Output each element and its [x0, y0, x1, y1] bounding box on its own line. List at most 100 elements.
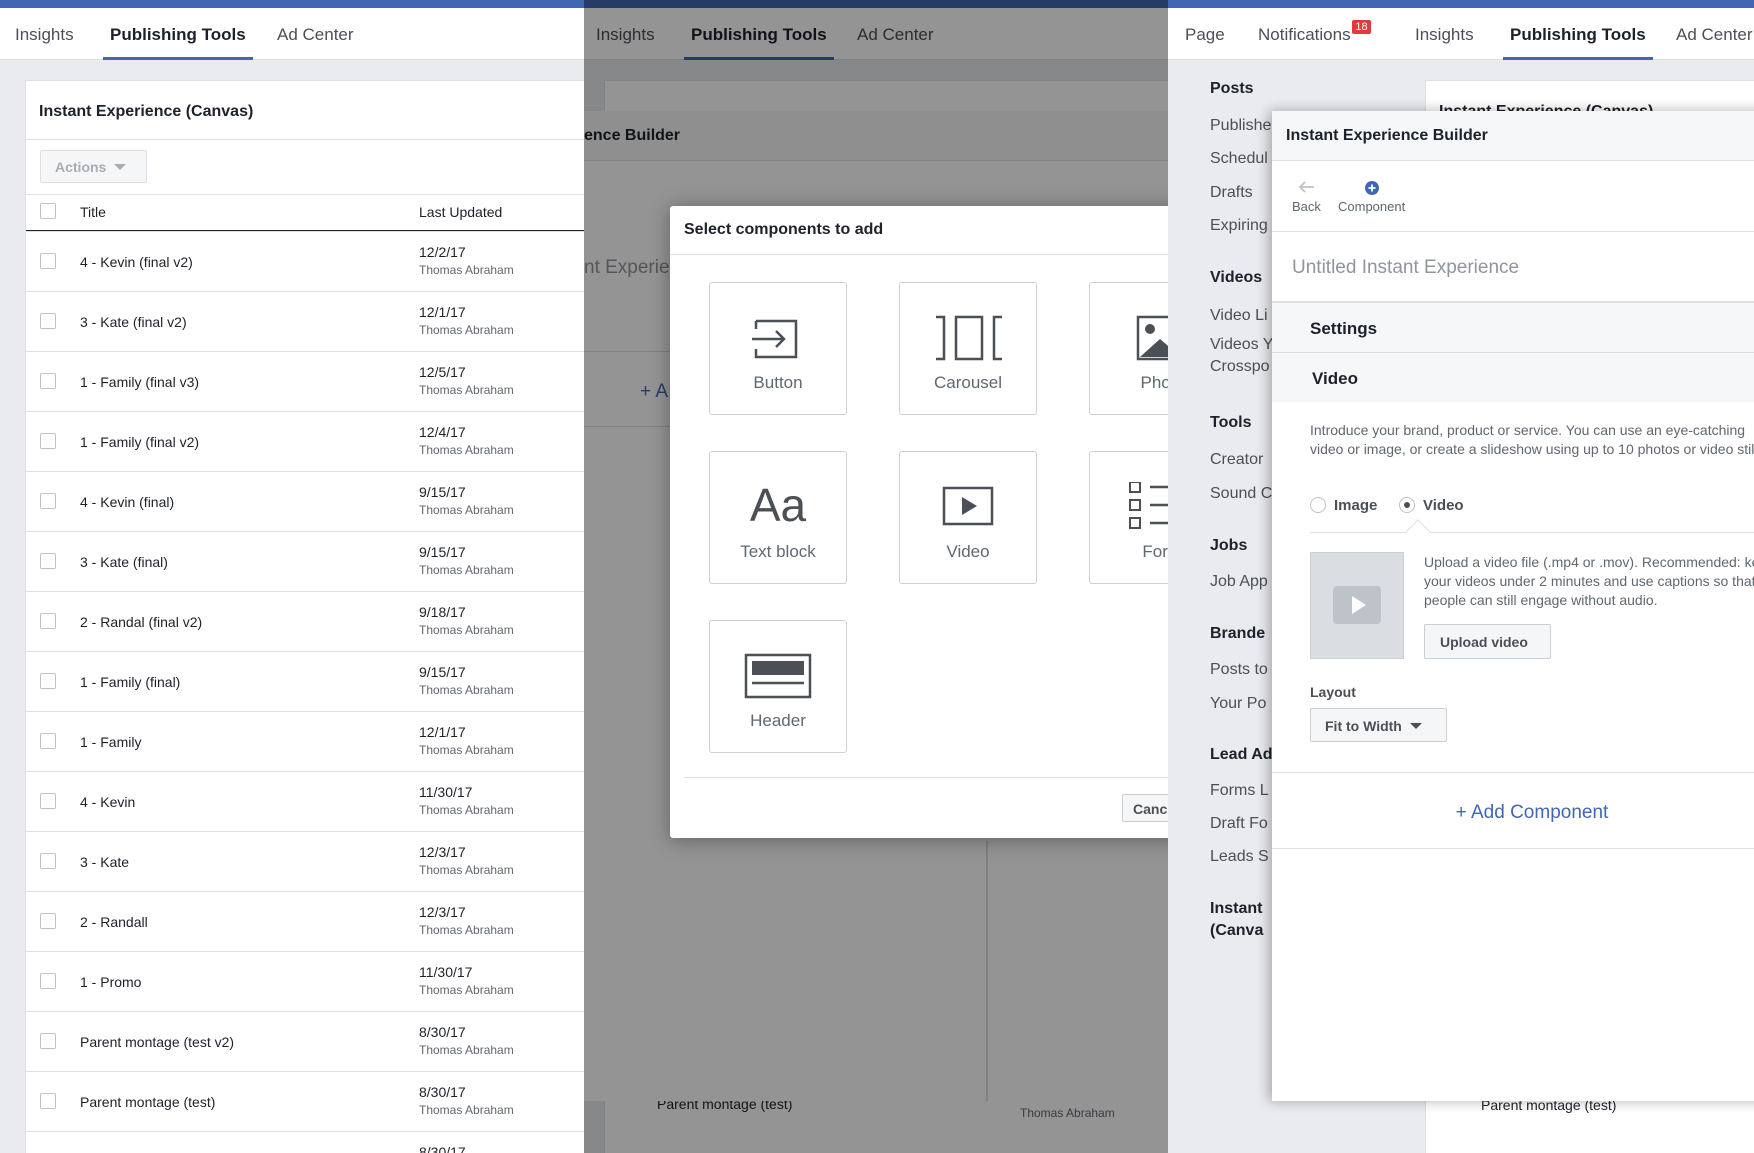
row-checkbox[interactable] — [40, 913, 56, 929]
row-title[interactable]: 4 - Kevin — [80, 794, 135, 810]
row-title[interactable]: 4 - Kevin (final v2) — [80, 254, 193, 270]
table-row[interactable]: 1 - Family (final v2) 12/4/17 Thomas Abrah… — [26, 411, 584, 471]
add-component-toolbar-button[interactable]: Component — [1338, 179, 1405, 214]
select-all-checkbox[interactable] — [40, 203, 56, 219]
row-checkbox[interactable] — [40, 553, 56, 569]
row-title[interactable]: 3 - Kate (final) — [80, 554, 168, 570]
table-row[interactable]: 4 - Kevin (final) 9/15/17 Thomas Abraham — [26, 471, 584, 531]
row-checkbox[interactable] — [40, 253, 56, 269]
table-row[interactable]: 8/30/17 — [26, 1131, 584, 1153]
sidebar-item[interactable]: Posts to — [1210, 661, 1268, 679]
component-text-block-tile[interactable]: Aa Text block — [709, 451, 847, 584]
sidebar-item[interactable]: Draft Fo — [1210, 815, 1268, 833]
radio-image[interactable]: Image — [1310, 497, 1377, 514]
sidebar-item[interactable]: Creator — [1210, 451, 1263, 469]
tab-insights[interactable]: Insights — [15, 25, 74, 45]
row-checkbox[interactable] — [40, 973, 56, 989]
table-row[interactable]: 4 - Kevin 11/30/17 Thomas Abraham — [26, 771, 584, 831]
row-checkbox[interactable] — [40, 1033, 56, 1049]
row-checkbox[interactable] — [40, 733, 56, 749]
sidebar-item[interactable]: Forms L — [1210, 782, 1269, 800]
component-header-tile[interactable]: Header — [709, 620, 847, 753]
actions-dropdown[interactable]: Actions — [40, 150, 147, 183]
component-carousel-tile[interactable]: Carousel — [899, 282, 1037, 415]
video-section-header[interactable]: Video ••• — [1272, 352, 1754, 402]
row-title[interactable]: 3 - Kate — [80, 854, 129, 870]
component-button-tile[interactable]: Button — [709, 282, 847, 415]
add-component-link[interactable]: + Add Component — [1272, 802, 1754, 824]
sidebar-section-heading: Posts — [1210, 80, 1254, 97]
sidebar-item[interactable]: Schedul — [1210, 150, 1268, 168]
row-checkbox[interactable] — [40, 613, 56, 629]
tab-publishing-tools[interactable]: Publishing Tools — [1503, 25, 1653, 60]
component-form-tile[interactable]: Forr — [1089, 451, 1168, 584]
cancel-button[interactable]: Canc — [1122, 794, 1168, 822]
row-title[interactable]: 1 - Family (final v3) — [80, 374, 199, 390]
row-checkbox[interactable] — [40, 1093, 56, 1109]
component-label: Button — [753, 373, 803, 392]
table-row[interactable]: 1 - Family (final) 9/15/17 Thomas Abraham — [26, 651, 584, 711]
tab-publishing-tools[interactable]: Publishing Tools — [103, 25, 253, 60]
row-checkbox[interactable] — [40, 493, 56, 509]
sidebar-item[interactable]: Drafts — [1210, 184, 1253, 202]
row-title[interactable]: 2 - Randal (final v2) — [80, 614, 202, 630]
table-row[interactable]: 4 - Kevin (final v2) 12/2/17 Thomas Abraha… — [26, 231, 584, 291]
table-row[interactable]: Parent montage (test) 8/30/17 Thomas Abrah… — [26, 1071, 584, 1131]
row-title[interactable]: 1 - Promo — [80, 974, 141, 990]
row-checkbox[interactable] — [40, 433, 56, 449]
row-date: 12/1/17 — [419, 304, 466, 320]
row-checkbox[interactable] — [40, 313, 56, 329]
table-row[interactable]: 1 - Promo 11/30/17 Thomas Abraham — [26, 951, 584, 1011]
component-photo-tile[interactable]: Phot — [1089, 282, 1168, 415]
row-checkbox[interactable] — [40, 853, 56, 869]
table-row[interactable]: 1 - Family 12/1/17 Thomas Abraham — [26, 711, 584, 771]
sidebar-section-heading: Brande — [1210, 625, 1266, 642]
row-date: 8/30/17 — [419, 1144, 466, 1153]
table-row[interactable]: 3 - Kate (final) 9/15/17 Thomas Abraham — [26, 531, 584, 591]
table-row[interactable]: Parent montage (test v2) 8/30/17 Thomas Ab… — [26, 1011, 584, 1071]
tab-notifications[interactable]: Notifications 18 — [1258, 20, 1371, 45]
tab-page[interactable]: Page — [1185, 25, 1225, 45]
modal-title: Select components to add — [684, 221, 884, 238]
sidebar-section-heading: Jobs — [1210, 537, 1248, 554]
table-row[interactable]: 3 - Kate 12/3/17 Thomas Abraham — [26, 831, 584, 891]
tab-insights[interactable]: Insights — [1415, 25, 1474, 45]
sidebar-item[interactable]: Expiring — [1210, 217, 1268, 235]
table-row[interactable]: 1 - Family (final v3) 12/5/17 Thomas Abrah… — [26, 351, 584, 411]
column-header-last-updated[interactable]: Last Updated — [419, 204, 502, 220]
table-row[interactable]: 3 - Kate (final v2) 12/1/17 Thomas Abraham — [26, 291, 584, 351]
column-header-title[interactable]: Title — [80, 204, 106, 220]
settings-section-header[interactable]: Settings — [1272, 302, 1754, 352]
sidebar-item[interactable]: Video Li — [1210, 307, 1268, 325]
upload-video-button[interactable]: Upload video — [1424, 624, 1551, 659]
row-title[interactable]: 2 - Randall — [80, 914, 148, 930]
radio-video[interactable]: Video — [1399, 497, 1464, 514]
table-row[interactable]: 2 - Randall 12/3/17 Thomas Abraham — [26, 891, 584, 951]
row-checkbox[interactable] — [40, 793, 56, 809]
row-checkbox[interactable] — [40, 373, 56, 389]
layout-dropdown[interactable]: Fit to Width — [1310, 708, 1447, 742]
row-checkbox[interactable] — [40, 673, 56, 689]
sidebar-item[interactable]: Your Po — [1210, 695, 1266, 713]
sidebar-item[interactable]: Job App — [1210, 573, 1268, 591]
row-title[interactable]: Parent montage (test v2) — [80, 1034, 234, 1050]
sidebar-item[interactable]: Crosspo — [1210, 358, 1270, 376]
row-title[interactable]: 4 - Kevin (final) — [80, 494, 174, 510]
component-label: Phot — [1140, 373, 1169, 392]
row-date: 11/30/17 — [419, 784, 473, 800]
sidebar-item[interactable]: Videos Y — [1210, 336, 1273, 354]
experience-title-input[interactable]: Untitled Instant Experience — [1292, 257, 1519, 279]
back-button[interactable]: Back — [1292, 179, 1321, 214]
sidebar-item[interactable]: Sound C — [1210, 485, 1272, 503]
table-row[interactable]: 2 - Randal (final v2) 9/18/17 Thomas Abrah… — [26, 591, 584, 651]
sidebar-item[interactable]: Leads S — [1210, 848, 1269, 866]
row-title[interactable]: 3 - Kate (final v2) — [80, 314, 187, 330]
tab-ad-center[interactable]: Ad Center — [1676, 25, 1753, 45]
row-title[interactable]: Parent montage (test) — [80, 1094, 215, 1110]
sidebar-item[interactable]: Publishe — [1210, 117, 1271, 135]
row-title[interactable]: 1 - Family — [80, 734, 141, 750]
row-title[interactable]: 1 - Family (final) — [80, 674, 180, 690]
component-video-tile[interactable]: Video — [899, 451, 1037, 584]
row-title[interactable]: 1 - Family (final v2) — [80, 434, 199, 450]
tab-ad-center[interactable]: Ad Center — [277, 25, 354, 45]
